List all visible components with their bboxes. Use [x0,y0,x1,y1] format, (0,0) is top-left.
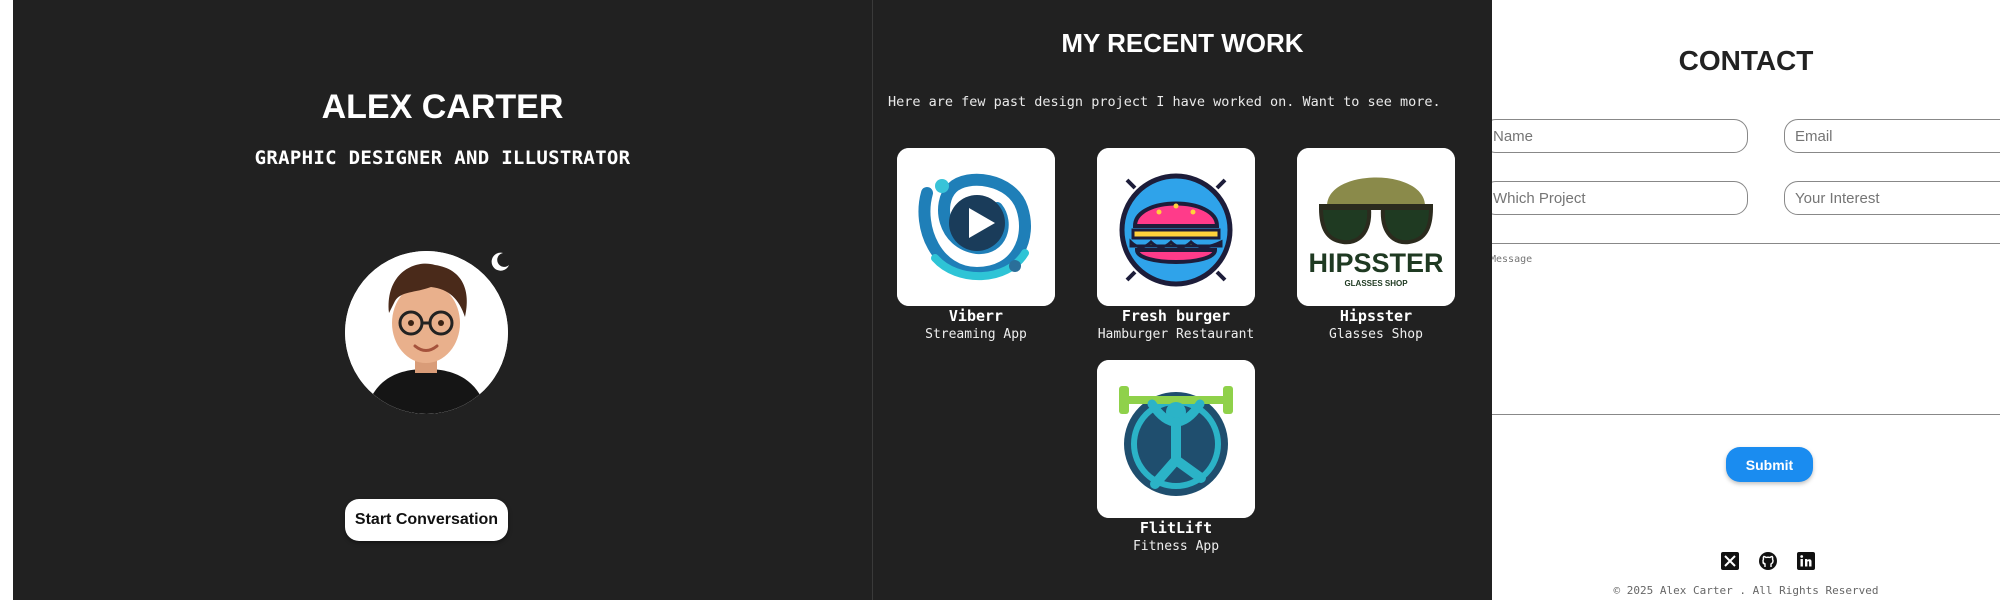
project-desc: Glasses Shop [1329,327,1423,342]
email-field[interactable] [1784,119,2000,153]
project-card-viberr: Viberr Streaming App [897,148,1055,342]
hero-role: GRAPHIC DESIGNER AND ILLUSTRATOR [254,147,631,169]
project-desc: Fitness App [1132,539,1220,554]
work-title: MY RECENT WORK [1061,28,1304,58]
flitlift-logo[interactable] [1097,360,1255,518]
project-name: Viberr [948,307,1004,325]
hipsster-logo-text: HIPSSTER [1308,248,1443,278]
project-name: Fresh burger [1121,307,1231,325]
viberr-logo[interactable] [897,148,1055,306]
submit-button[interactable]: Submit [1726,447,1813,482]
page-edge [0,0,13,600]
project-card-fresh-burger: Fresh burger Hamburger Restaurant [1097,148,1255,342]
start-conversation-button[interactable]: Start Conversation [345,499,508,541]
project-desc: Hamburger Restaurant [1097,327,1255,342]
hero-name: ALEX CARTER [321,88,564,126]
contact-section: CONTACT Submit © 2025 Alex Carter . All … [1492,0,2000,600]
project-name: Hipsster [1339,307,1413,325]
work-intro: Here are few past design project I have … [888,94,1441,110]
avatar [345,251,508,414]
hero-section: ALEX CARTER GRAPHIC DESIGNER AND ILLUSTR… [13,0,872,600]
project-card-hipsster: HIPSSTER GLASSES SHOP Hipsster Glasses S… [1297,148,1455,342]
project-name: FlitLift [1139,519,1213,537]
x-icon[interactable] [1721,552,1739,570]
hipsster-logo-subtext: GLASSES SHOP [1344,279,1408,288]
recent-work-section: MY RECENT WORK Here are few past design … [872,0,1492,600]
name-field[interactable] [1492,119,1748,153]
copyright: © 2025 Alex Carter . All Rights Reserved [1613,584,1879,597]
message-field[interactable] [1492,243,2000,415]
which-project-field[interactable] [1492,181,1748,215]
linkedin-icon[interactable] [1797,552,1815,570]
contact-title: CONTACT [1678,45,1814,76]
github-icon[interactable] [1759,552,1777,570]
project-card-flitlift: FlitLift Fitness App [1097,360,1255,554]
hipsster-logo[interactable]: HIPSSTER GLASSES SHOP [1297,148,1455,306]
your-interest-field[interactable] [1784,181,2000,215]
moon-icon[interactable] [488,250,512,274]
project-desc: Streaming App [925,327,1027,342]
avatar-illustration [345,251,508,414]
fresh-burger-logo[interactable] [1097,148,1255,306]
